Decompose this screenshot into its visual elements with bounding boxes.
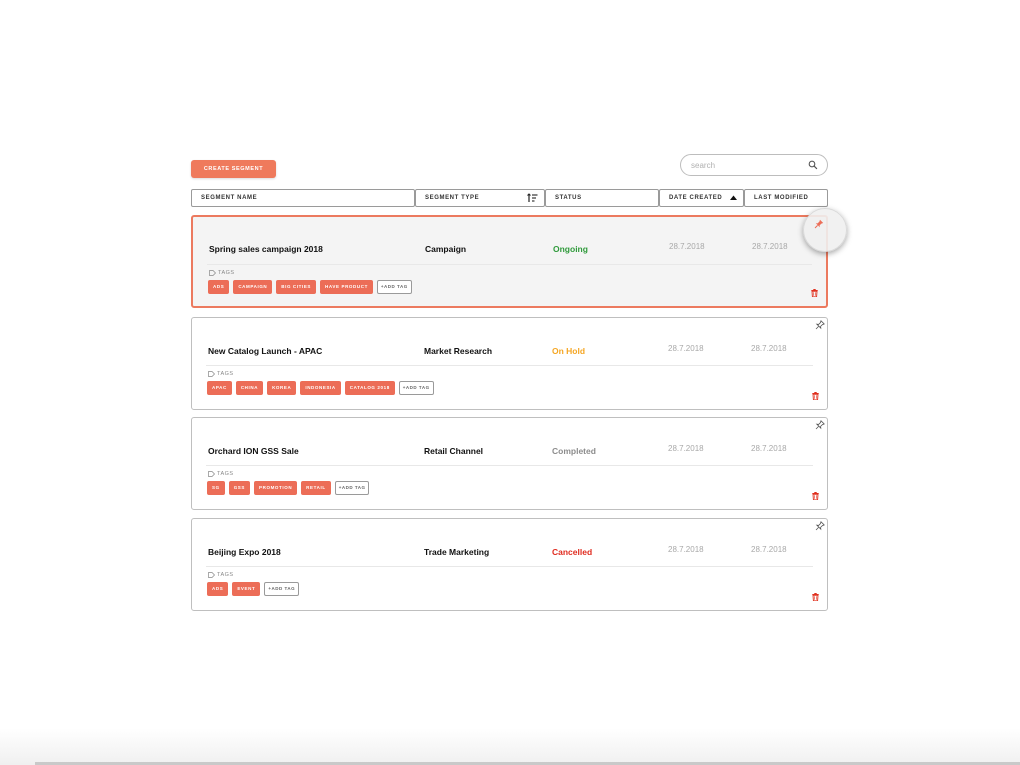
tags-label: TAGS — [208, 471, 234, 477]
segment-card[interactable]: New Catalog Launch - APAC Market Research… — [191, 317, 828, 410]
tag-chip[interactable]: CATALOG 2018 — [344, 381, 395, 395]
date-created: 28.7.2018 — [669, 242, 705, 251]
pin-icon[interactable] — [815, 521, 825, 531]
date-created: 28.7.2018 — [668, 444, 704, 453]
tag-chip[interactable]: ADS — [207, 582, 229, 596]
column-header-label: SEGMENT TYPE — [425, 195, 480, 201]
column-header-label: STATUS — [555, 195, 582, 201]
column-header-date-created[interactable]: DATE CREATED — [659, 189, 744, 207]
segment-card[interactable]: Orchard ION GSS Sale Retail Channel Comple… — [191, 417, 828, 510]
column-header-label: LAST MODIFIED — [754, 195, 809, 201]
tag-chip[interactable]: SG — [207, 481, 225, 495]
tag-list: ADS CAMPAIGN BIG CITIES HAVE PRODUCT +ADD TA… — [208, 280, 412, 294]
add-tag-button[interactable]: +ADD TAG — [398, 381, 434, 395]
tag-chip[interactable]: CHINA — [235, 381, 264, 395]
column-header-segment-type[interactable]: SEGMENT TYPE — [415, 189, 545, 207]
tags-label: TAGS — [208, 371, 234, 377]
tags-label-text: TAGS — [217, 471, 234, 477]
segment-name: Orchard ION GSS Sale — [208, 446, 299, 456]
tag-chip[interactable]: BIG CITIES — [276, 280, 317, 294]
column-header-last-modified[interactable]: LAST MODIFIED — [744, 189, 828, 207]
column-header-label: SEGMENT NAME — [201, 195, 258, 201]
column-header-status[interactable]: STATUS — [545, 189, 659, 207]
trash-icon[interactable] — [812, 392, 819, 400]
last-modified: 28.7.2018 — [751, 444, 787, 453]
segment-type: Trade Marketing — [424, 547, 490, 557]
trash-icon[interactable] — [812, 492, 819, 500]
tag-list: ADS EVENT +ADD TAG — [207, 582, 300, 596]
segment-status: Cancelled — [552, 547, 593, 557]
tags-label-text: TAGS — [217, 371, 234, 377]
tags-label-text: TAGS — [218, 270, 235, 276]
pin-icon-filled[interactable] — [814, 219, 824, 229]
date-created: 28.7.2018 — [668, 545, 704, 554]
create-segment-button[interactable]: CREATE SEGMENT — [191, 160, 276, 178]
tag-chip[interactable]: HAVE PRODUCT — [320, 280, 373, 294]
last-modified: 28.7.2018 — [751, 344, 787, 353]
segment-status: Completed — [552, 446, 596, 456]
pin-focus-highlight — [803, 208, 847, 252]
search-input[interactable] — [691, 158, 801, 172]
tag-list: APAC CHINA KOREA INDONESIA CATALOG 2018 +ADD … — [207, 381, 434, 395]
tag-list: SG GSS PROMOTION RETAIL +ADD TAG — [207, 481, 370, 495]
add-tag-button[interactable]: +ADD TAG — [264, 582, 300, 596]
sort-filter-icon[interactable] — [527, 193, 538, 203]
segment-card[interactable]: Spring sales campaign 2018 Campaign Ongoin… — [191, 215, 828, 308]
tags-label: TAGS — [208, 572, 234, 578]
trash-icon[interactable] — [811, 289, 818, 297]
tag-chip[interactable]: GSS — [228, 481, 251, 495]
last-modified: 28.7.2018 — [751, 545, 787, 554]
pin-icon[interactable] — [815, 320, 825, 330]
tag-chip[interactable]: EVENT — [232, 582, 261, 596]
segment-status: On Hold — [552, 346, 586, 356]
pin-icon[interactable] — [815, 420, 825, 430]
card-divider — [206, 365, 813, 366]
tags-label: TAGS — [209, 270, 235, 276]
column-header-segment-name[interactable]: SEGMENT NAME — [191, 189, 415, 207]
card-divider — [207, 264, 812, 265]
card-divider — [206, 465, 813, 466]
segment-card[interactable]: Beijing Expo 2018 Trade Marketing Cancelle… — [191, 518, 828, 611]
add-tag-button[interactable]: +ADD TAG — [376, 280, 412, 294]
tag-chip[interactable]: APAC — [207, 381, 232, 395]
trash-icon[interactable] — [812, 593, 819, 601]
tag-chip[interactable]: INDONESIA — [300, 381, 341, 395]
search-icon[interactable] — [808, 160, 818, 170]
segment-status: Ongoing — [553, 244, 588, 254]
segment-name: New Catalog Launch - APAC — [208, 346, 323, 356]
segment-type: Retail Channel — [424, 446, 484, 456]
segment-type: Market Research — [424, 346, 493, 356]
tag-chip[interactable]: KOREA — [267, 381, 297, 395]
bottom-shade — [0, 728, 1020, 765]
card-divider — [206, 566, 813, 567]
tag-icon — [208, 371, 215, 377]
column-header-label: DATE CREATED — [669, 195, 723, 201]
tag-chip[interactable]: RETAIL — [301, 481, 331, 495]
tag-chip[interactable]: ADS — [208, 280, 230, 294]
tag-icon — [209, 270, 216, 276]
tags-label-text: TAGS — [217, 572, 234, 578]
tag-chip[interactable]: CAMPAIGN — [233, 280, 273, 294]
tag-chip[interactable]: PROMOTION — [254, 481, 298, 495]
segment-name: Beijing Expo 2018 — [208, 547, 281, 557]
tag-icon — [208, 471, 215, 477]
segment-name: Spring sales campaign 2018 — [209, 244, 323, 254]
tag-icon — [208, 572, 215, 578]
segment-type: Campaign — [425, 244, 467, 254]
search-box[interactable] — [680, 154, 828, 176]
date-created: 28.7.2018 — [668, 344, 704, 353]
last-modified: 28.7.2018 — [752, 242, 788, 251]
sort-ascending-icon[interactable] — [729, 194, 738, 202]
add-tag-button[interactable]: +ADD TAG — [334, 481, 370, 495]
